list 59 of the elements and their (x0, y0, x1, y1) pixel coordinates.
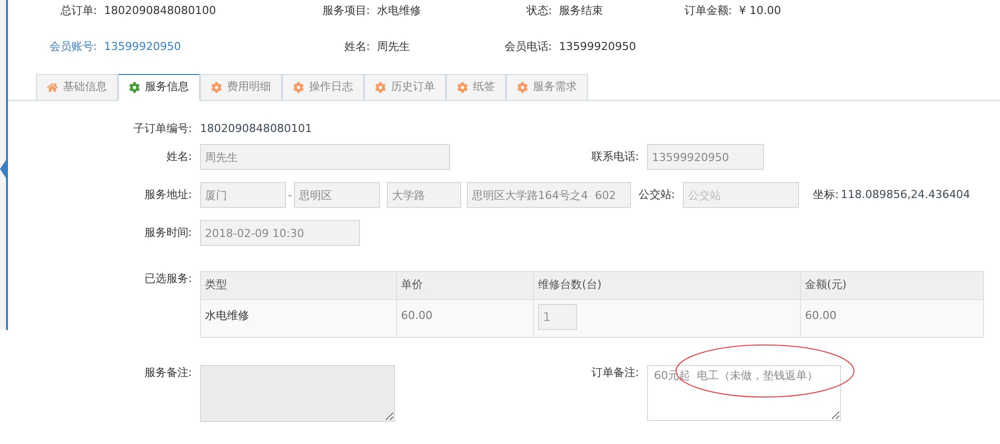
order-note-field[interactable]: 60元起 电工（未做，垫钱返单） (647, 365, 841, 421)
gear-icon (293, 82, 304, 93)
header-value: 13599920950 (559, 38, 636, 55)
gear-icon (129, 82, 140, 93)
input-field[interactable]: 思明区大学路164号之4 602 (467, 182, 631, 208)
input-field[interactable]: 厦门 (200, 182, 286, 208)
header-label: 状态: (525, 2, 552, 19)
separator: - (286, 187, 294, 204)
member-link[interactable]: 13599920950 (104, 38, 181, 56)
header-value: 水电维修 (377, 2, 421, 19)
header-value: 周先生 (377, 38, 410, 55)
tab[interactable]: 费用明细 (200, 74, 282, 101)
quantity-field[interactable]: 1 (538, 304, 577, 330)
service-note-field[interactable] (200, 365, 395, 422)
tab[interactable]: 服务需求 (506, 74, 588, 101)
gear-icon (375, 82, 386, 93)
tab[interactable]: 纸签 (446, 74, 506, 101)
column-header: 类型 (200, 272, 396, 300)
header-label: 会员电话: (503, 38, 552, 55)
field-label: 子订单编号: (132, 120, 193, 137)
field-label: 已选服务: (143, 271, 193, 287)
gear-icon (457, 82, 468, 93)
field-label: 姓名: (165, 148, 193, 165)
home-icon (47, 82, 58, 93)
input-field[interactable]: 2018-02-09 10:30 (200, 220, 360, 246)
sub-order-number: 1802090848080101 (200, 120, 312, 137)
header-label: 会员账号: (48, 38, 97, 55)
header-label: 订单金额: (683, 2, 732, 19)
input-field[interactable]: 周先生 (200, 144, 450, 170)
header-value: 1802090848080100 (104, 2, 216, 19)
field-label: 服务时间: (143, 224, 193, 241)
field-label: 服务地址: (143, 186, 193, 203)
gear-icon (517, 82, 528, 93)
header-label: 总订单: (59, 2, 97, 19)
table-cell: 60.00 (396, 300, 534, 338)
table-cell: 60.00 (800, 300, 984, 338)
coordinates-value: 118.089856,24.436404 (840, 186, 970, 203)
header-value: 服务结束 (559, 2, 603, 19)
column-header: 金额(元) (800, 272, 984, 300)
tab[interactable]: 历史订单 (364, 74, 446, 101)
column-header: 单价 (396, 272, 534, 300)
input-field[interactable]: 思明区 (294, 182, 380, 208)
coordinates-label: 坐标: (813, 186, 839, 203)
table-cell: 水电维修 (200, 300, 396, 338)
header-value: ¥ 10.00 (739, 2, 781, 19)
field-label: 公交站: (637, 186, 676, 203)
field-label: 服务备注: (143, 365, 193, 381)
header-label: 服务项目: (321, 2, 370, 19)
tab[interactable]: 操作日志 (282, 74, 364, 101)
gear-icon (211, 82, 222, 93)
header-label: 姓名: (343, 38, 370, 55)
field-label: 联系电话: (590, 148, 640, 165)
tab[interactable]: 服务信息 (118, 74, 200, 101)
input-field[interactable]: 大学路 (387, 182, 461, 208)
collapse-arrow-icon[interactable] (0, 160, 6, 178)
field-label: 订单备注: (590, 365, 640, 381)
tab[interactable]: 基础信息 (36, 74, 118, 101)
input-field[interactable]: 13599920950 (647, 144, 764, 170)
column-header: 维修台数(台) (534, 272, 800, 300)
